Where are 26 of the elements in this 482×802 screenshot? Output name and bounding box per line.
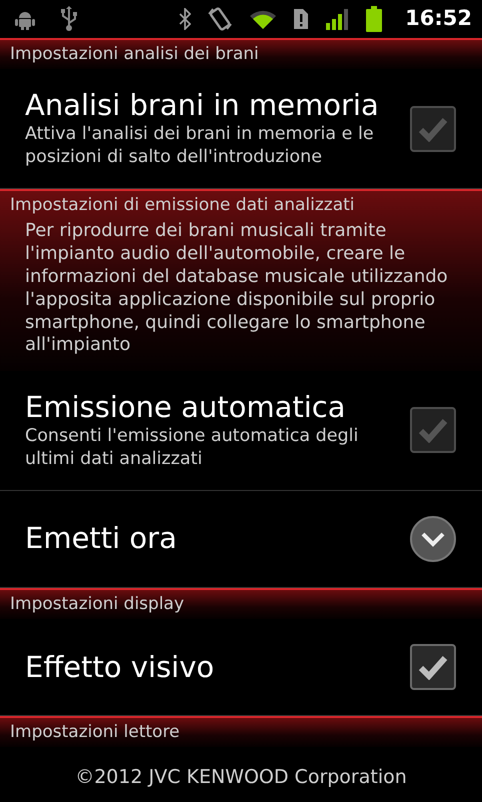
expand-button[interactable] [410, 516, 456, 562]
check-icon [418, 116, 448, 142]
section-description: Per riprodurre dei brani musicali tramite l'impianto audio dell'automobile, creare le informazioni del database musicale utilizzando l'apposita applicazione disponibile sul proprio smartphone, quindi collegare lo smartphone all'impianto [24, 220, 449, 358]
wifi-icon [249, 8, 278, 30]
clock-time: 16:52 [405, 5, 472, 32]
preference-title: Emissione automatica [25, 390, 347, 426]
chevron-down-icon [420, 530, 446, 547]
footer-copyright: ©2012 JVC KENWOOD Corporation [74, 764, 408, 790]
section-header: Impostazioni analisi dei brani [9, 43, 260, 66]
preference-title: Analisi brani in memoria [25, 88, 380, 124]
screen-rotation-icon [207, 6, 234, 32]
preference-title: Effetto visivo [25, 650, 216, 684]
signal-icon [325, 8, 350, 30]
check-icon [418, 417, 448, 444]
section-header: Impostazioni di emissione dati analizzati [9, 194, 356, 217]
bluetooth-icon [179, 8, 192, 30]
section-header: Impostazioni lettore [9, 720, 181, 744]
usb-icon [60, 6, 78, 32]
preference-summary: Attiva l'analisi dei brani in memoria e le posizioni di salto dell'introduzione [25, 123, 375, 169]
preference-title: Emetti ora [25, 521, 178, 556]
sim-alert-icon [293, 8, 310, 30]
preference-summary: Consenti l'emissione automatica degli ultimi dati analizzati [25, 425, 360, 471]
battery-icon [365, 6, 384, 32]
section-header: Impostazioni display [9, 592, 186, 616]
checkbox[interactable] [410, 644, 456, 690]
check-icon [418, 654, 448, 680]
